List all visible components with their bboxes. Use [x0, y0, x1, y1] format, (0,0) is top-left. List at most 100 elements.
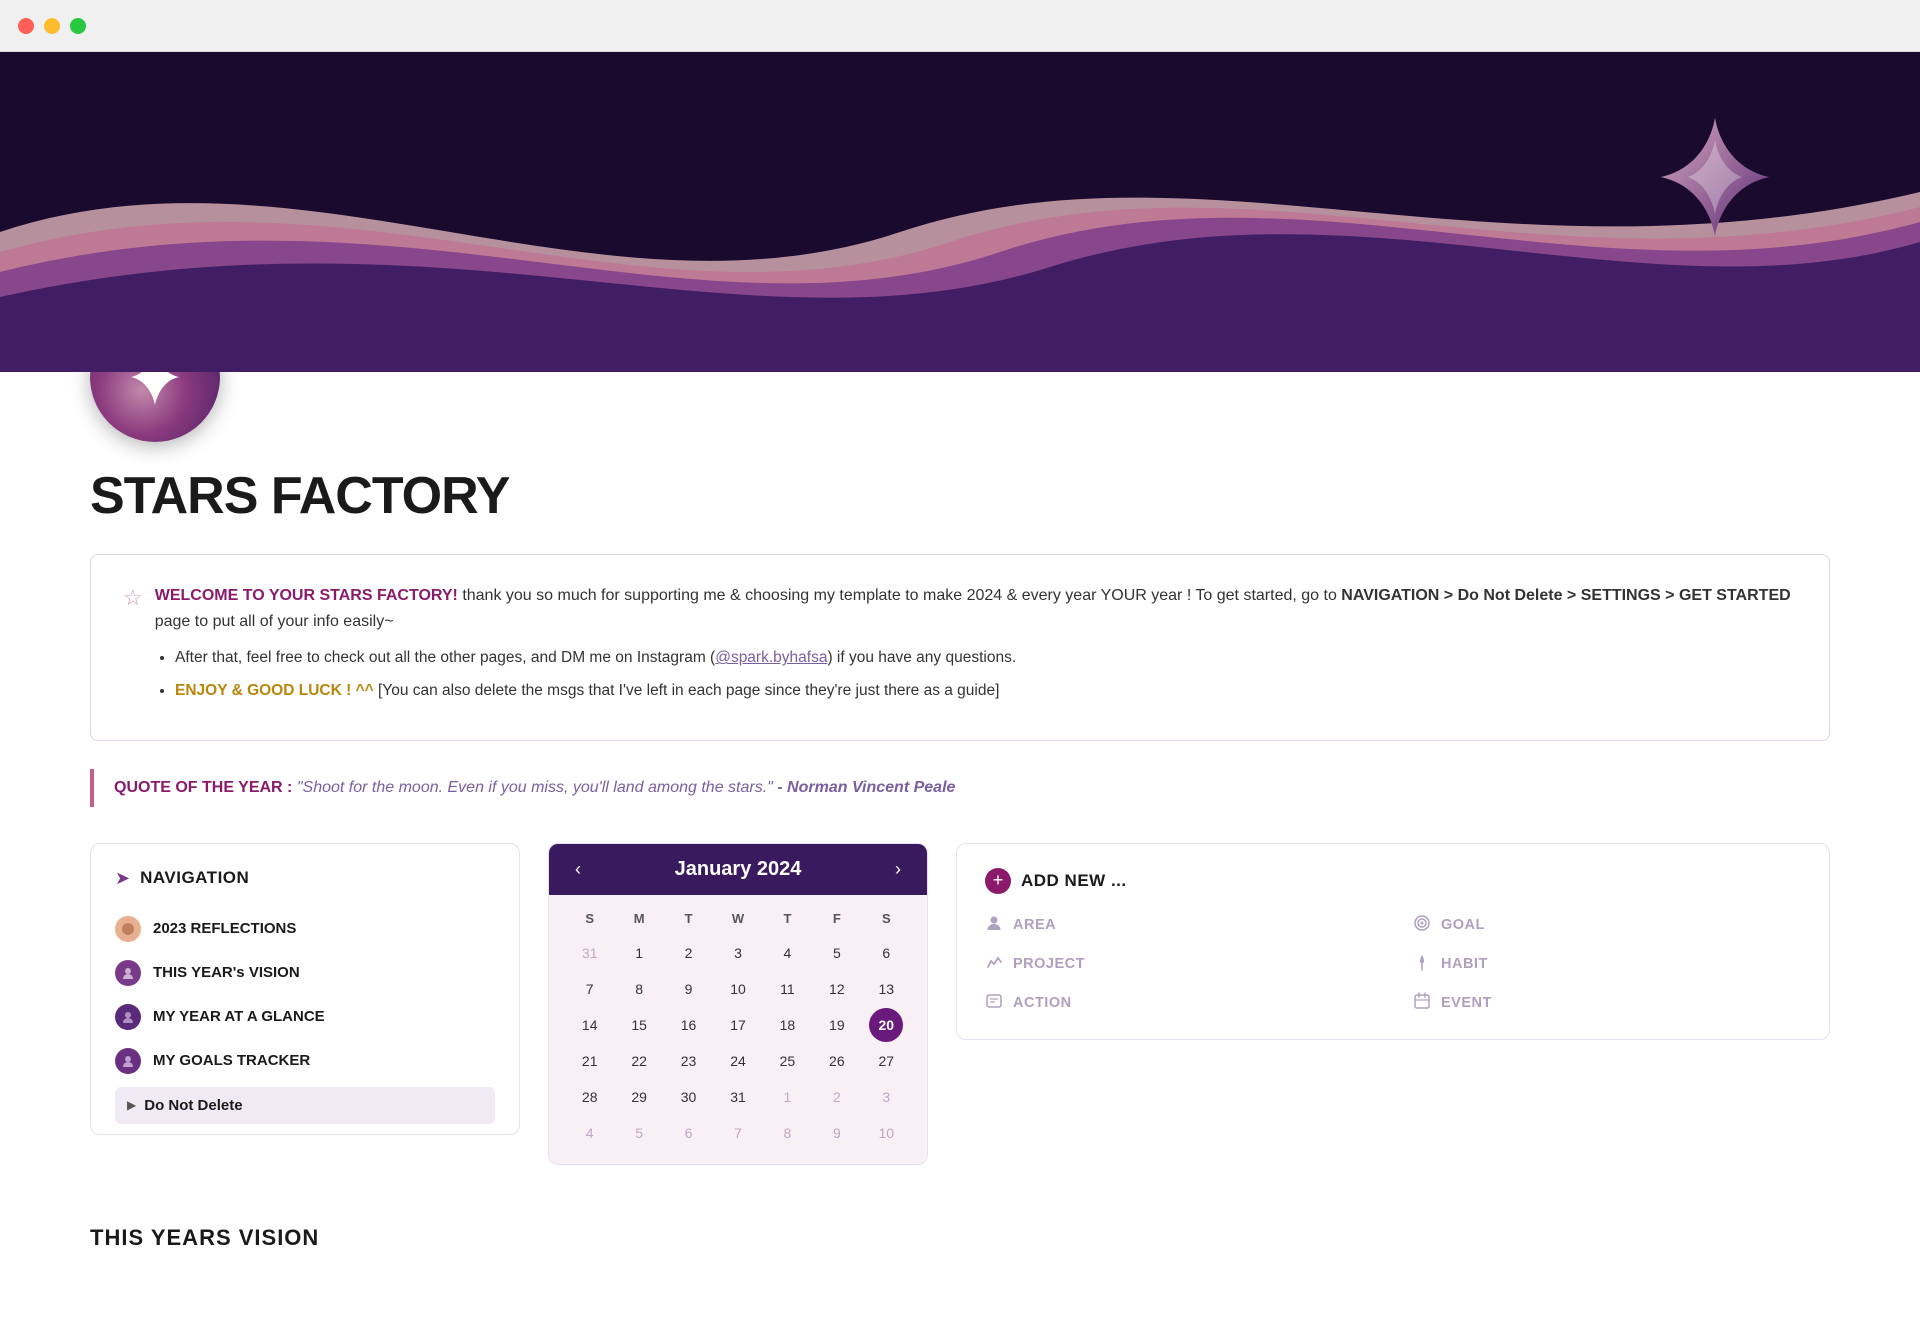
- day-name-m: M: [614, 907, 663, 930]
- add-goal-item[interactable]: GOAL: [1413, 914, 1801, 937]
- nav-label-year-glance: MY YEAR AT A GLANCE: [153, 1008, 325, 1025]
- add-new-card: + ADD NEW ... AREA GOAL: [956, 843, 1830, 1040]
- add-habit-item[interactable]: HABIT: [1413, 953, 1801, 976]
- cal-day-9[interactable]: 9: [672, 972, 706, 1006]
- cal-day-26[interactable]: 26: [820, 1044, 854, 1078]
- cal-day-4[interactable]: 4: [770, 936, 804, 970]
- cal-day-31-prev[interactable]: 31: [573, 936, 607, 970]
- nav-item-goals[interactable]: MY GOALS TRACKER: [115, 1039, 495, 1083]
- cal-day-9-next[interactable]: 9: [820, 1116, 854, 1150]
- calendar-week-4: 21 22 23 24 25 26 27: [565, 1044, 911, 1078]
- welcome-box: ☆ WELCOME TO YOUR STARS FACTORY! thank y…: [90, 554, 1830, 741]
- close-button[interactable]: [18, 18, 34, 34]
- cal-day-31[interactable]: 31: [721, 1080, 755, 1114]
- cal-day-27[interactable]: 27: [869, 1044, 903, 1078]
- header-banner: [0, 52, 1920, 372]
- add-new-grid: AREA GOAL PROJECT: [985, 914, 1801, 1015]
- cal-day-17[interactable]: 17: [721, 1008, 755, 1042]
- add-action-item[interactable]: ACTION: [985, 992, 1373, 1015]
- calendar-prev-button[interactable]: ‹: [569, 859, 587, 880]
- day-name-s2: S: [862, 907, 911, 930]
- cal-day-15[interactable]: 15: [622, 1008, 656, 1042]
- calendar-grid: S M T W T F S 31 1 2 3 4 5 6: [549, 895, 927, 1164]
- minimize-button[interactable]: [44, 18, 60, 34]
- calendar-days-header: S M T W T F S: [565, 907, 911, 930]
- add-event-item[interactable]: EVENT: [1413, 992, 1801, 1015]
- cal-day-29[interactable]: 29: [622, 1080, 656, 1114]
- day-name-s1: S: [565, 907, 614, 930]
- cal-day-14[interactable]: 14: [573, 1008, 607, 1042]
- cal-day-19[interactable]: 19: [820, 1008, 854, 1042]
- cal-day-7[interactable]: 7: [573, 972, 607, 1006]
- add-new-header: + ADD NEW ...: [985, 868, 1801, 894]
- cal-day-5[interactable]: 5: [820, 936, 854, 970]
- cal-day-3-next[interactable]: 3: [869, 1080, 903, 1114]
- habit-label: HABIT: [1441, 956, 1488, 972]
- calendar-week-2: 7 8 9 10 11 12 13: [565, 972, 911, 1006]
- cal-day-28[interactable]: 28: [573, 1080, 607, 1114]
- window-chrome: [0, 0, 1920, 52]
- nav-label-vision: THIS YEAR's VISION: [153, 964, 300, 981]
- quote-text: "Shoot for the moon. Even if you miss, y…: [297, 779, 956, 796]
- goal-icon: [1413, 914, 1431, 937]
- vision-section: THIS YEARs VISION: [90, 1205, 1830, 1271]
- cal-day-11[interactable]: 11: [770, 972, 804, 1006]
- cal-day-7-next[interactable]: 7: [721, 1116, 755, 1150]
- maximize-button[interactable]: [70, 18, 86, 34]
- welcome-text: WELCOME TO YOUR STARS FACTORY! thank you…: [155, 583, 1797, 634]
- cal-day-12[interactable]: 12: [820, 972, 854, 1006]
- wave-decoration: [0, 52, 1920, 372]
- calendar-week-3: 14 15 16 17 18 19 20: [565, 1008, 911, 1042]
- add-area-item[interactable]: AREA: [985, 914, 1373, 937]
- main-content: STARS FACTORY ☆ WELCOME TO YOUR STARS FA…: [0, 312, 1920, 1331]
- welcome-bullet-2: ENJOY & GOOD LUCK ! ^^ [You can also del…: [175, 679, 1797, 704]
- add-project-item[interactable]: PROJECT: [985, 953, 1373, 976]
- cal-day-13[interactable]: 13: [869, 972, 903, 1006]
- calendar-next-button[interactable]: ›: [889, 859, 907, 880]
- cal-day-10-next[interactable]: 10: [869, 1116, 903, 1150]
- cal-day-16[interactable]: 16: [672, 1008, 706, 1042]
- nav-item-year-glance[interactable]: MY YEAR AT A GLANCE: [115, 995, 495, 1039]
- day-name-f: F: [812, 907, 861, 930]
- cal-day-5-next[interactable]: 5: [622, 1116, 656, 1150]
- cal-day-1[interactable]: 1: [622, 936, 656, 970]
- nav-icon-goals: [115, 1048, 141, 1074]
- cal-day-6-next[interactable]: 6: [672, 1116, 706, 1150]
- calendar-card: ‹ January 2024 › S M T W T F S 31 1: [548, 843, 928, 1165]
- cal-day-23[interactable]: 23: [672, 1044, 706, 1078]
- cal-day-10[interactable]: 10: [721, 972, 755, 1006]
- nav-header: ➤ NAVIGATION: [115, 868, 495, 889]
- cal-day-4-next[interactable]: 4: [573, 1116, 607, 1150]
- quote-label: QUOTE OF THE YEAR :: [114, 779, 292, 796]
- nav-item-vision[interactable]: THIS YEAR's VISION: [115, 951, 495, 995]
- cal-day-18[interactable]: 18: [770, 1008, 804, 1042]
- event-icon: [1413, 992, 1431, 1015]
- nav-item-reflections[interactable]: 2023 REFLECTIONS: [115, 907, 495, 951]
- navigation-card: ➤ NAVIGATION 2023 REFLECTIONS THIS YEAR'…: [90, 843, 520, 1135]
- calendar-month-title: January 2024: [675, 858, 802, 881]
- nav-arrow-icon: ➤: [115, 868, 130, 889]
- cal-day-3[interactable]: 3: [721, 936, 755, 970]
- cal-day-8[interactable]: 8: [622, 972, 656, 1006]
- add-new-title: ADD NEW ...: [1021, 871, 1127, 891]
- cal-day-20-today[interactable]: 20: [869, 1008, 903, 1042]
- calendar-week-1: 31 1 2 3 4 5 6: [565, 936, 911, 970]
- nav-do-not-delete[interactable]: ▶ Do Not Delete: [115, 1087, 495, 1124]
- instagram-link[interactable]: @spark.byhafsa: [715, 649, 827, 666]
- nav-icon-year-glance: [115, 1004, 141, 1030]
- cal-day-6[interactable]: 6: [869, 936, 903, 970]
- calendar-header: ‹ January 2024 ›: [549, 844, 927, 895]
- nav-title: NAVIGATION: [140, 868, 249, 888]
- cal-day-1-next[interactable]: 1: [770, 1080, 804, 1114]
- quote-author: - Norman Vincent Peale: [777, 779, 955, 796]
- cal-day-8-next[interactable]: 8: [770, 1116, 804, 1150]
- cal-day-22[interactable]: 22: [622, 1044, 656, 1078]
- cal-day-30[interactable]: 30: [672, 1080, 706, 1114]
- welcome-guide-text: [You can also delete the msgs that I've …: [378, 682, 999, 699]
- cal-day-2-next[interactable]: 2: [820, 1080, 854, 1114]
- cal-day-25[interactable]: 25: [770, 1044, 804, 1078]
- cal-day-24[interactable]: 24: [721, 1044, 755, 1078]
- quote-section: QUOTE OF THE YEAR : "Shoot for the moon.…: [90, 769, 1830, 807]
- cal-day-2[interactable]: 2: [672, 936, 706, 970]
- cal-day-21[interactable]: 21: [573, 1044, 607, 1078]
